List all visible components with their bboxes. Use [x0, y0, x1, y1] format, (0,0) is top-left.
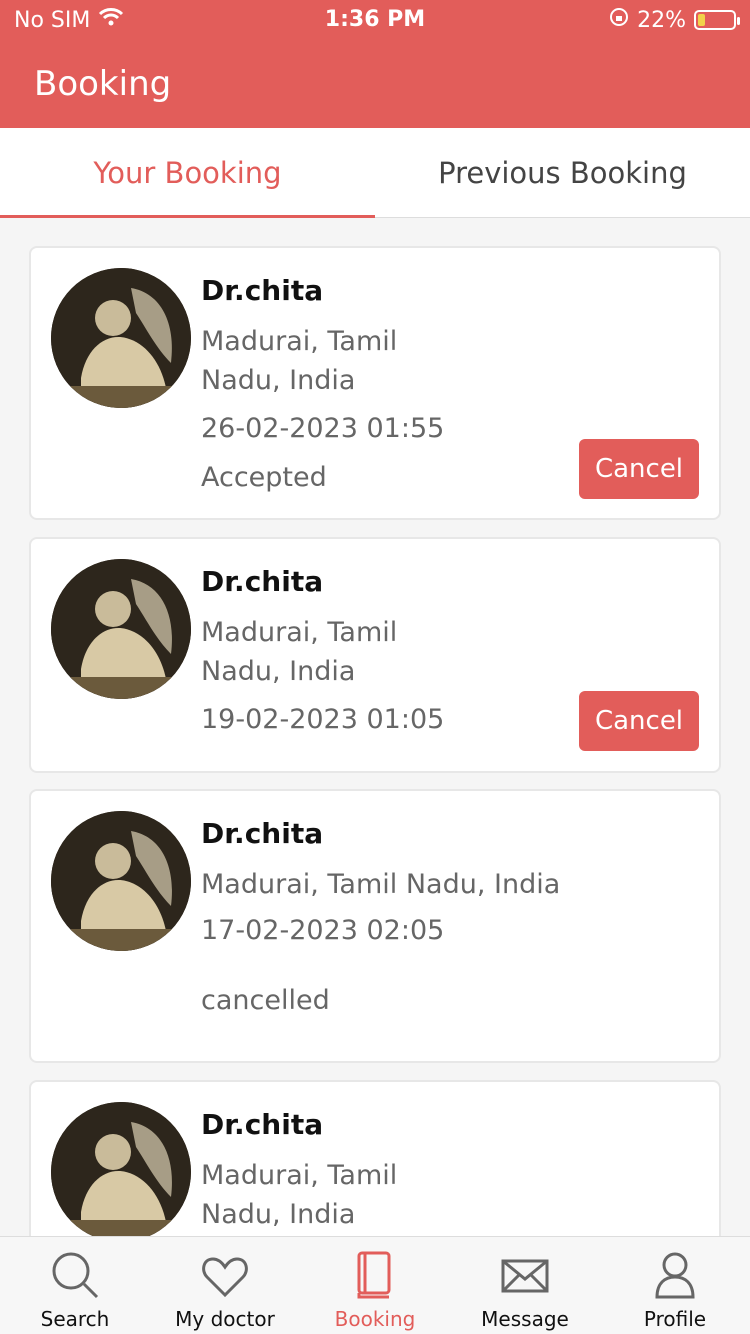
cancel-button[interactable]: Cancel: [579, 439, 699, 499]
user-icon: [655, 1252, 695, 1299]
doctor-address-line2: Nadu, India: [201, 656, 356, 687]
heart-icon: [202, 1257, 248, 1298]
nav-label: Search: [40, 1307, 110, 1331]
booking-datetime: 19-02-2023 01:05: [201, 704, 445, 735]
booking-list[interactable]: Dr.chita Madurai, Tamil Nadu, India 26-0…: [0, 218, 750, 1236]
booking-card[interactable]: Dr.chita Madurai, Tamil Nadu, India 17-0…: [29, 789, 721, 1063]
doctor-avatar: [51, 811, 191, 951]
rotation-lock-icon: [609, 7, 629, 33]
nav-my-doctor[interactable]: My doctor: [150, 1237, 300, 1334]
battery-icon: [694, 10, 740, 30]
app-header: No SIM 1:36 PM 22% Booking: [0, 0, 750, 128]
book-icon: [357, 1251, 391, 1299]
doctor-address-line1: Madurai, Tamil: [201, 1160, 398, 1191]
doctor-address-line1: Madurai, Tamil: [201, 617, 398, 648]
booking-datetime: 17-02-2023 02:05: [201, 915, 445, 946]
doctor-name: Dr.chita: [201, 817, 324, 850]
booking-status: Accepted: [201, 462, 327, 493]
booking-card[interactable]: Dr.chita Madurai, Tamil Nadu, India 19-0…: [29, 537, 721, 773]
bottom-nav: Search My doctor Booking Message Profile: [0, 1236, 750, 1334]
booking-tabs: Your Booking Previous Booking: [0, 128, 750, 218]
booking-status: cancelled: [201, 985, 330, 1016]
doctor-address-line2: Nadu, India: [201, 1199, 356, 1230]
search-icon: [52, 1252, 99, 1299]
doctor-avatar: [51, 559, 191, 699]
tab-previous-booking[interactable]: Previous Booking: [375, 128, 750, 218]
nav-label: Profile: [643, 1307, 707, 1331]
envelope-icon: [501, 1259, 549, 1293]
booking-card[interactable]: Dr.chita Madurai, Tamil Nadu, India: [29, 1080, 721, 1236]
doctor-name: Dr.chita: [201, 565, 324, 598]
doctor-avatar: [51, 1102, 191, 1236]
doctor-address-line1: Madurai, Tamil: [201, 326, 398, 357]
nav-label: Message: [481, 1307, 569, 1331]
nav-message[interactable]: Message: [450, 1237, 600, 1334]
doctor-avatar: [51, 268, 191, 408]
battery-percent: 22%: [637, 7, 686, 33]
doctor-address-line2: Nadu, India: [201, 365, 356, 396]
booking-card[interactable]: Dr.chita Madurai, Tamil Nadu, India 26-0…: [29, 246, 721, 520]
doctor-address: Madurai, Tamil Nadu, India: [201, 869, 561, 900]
cancel-button[interactable]: Cancel: [579, 691, 699, 751]
nav-booking[interactable]: Booking: [300, 1237, 450, 1334]
booking-datetime: 26-02-2023 01:55: [201, 413, 445, 444]
nav-label: Booking: [334, 1307, 416, 1331]
battery-indicator: 22%: [609, 7, 740, 33]
doctor-name: Dr.chita: [201, 274, 324, 307]
nav-label: My doctor: [175, 1307, 275, 1331]
page-title: Booking: [34, 64, 172, 104]
doctor-name: Dr.chita: [201, 1108, 324, 1141]
nav-profile[interactable]: Profile: [600, 1237, 750, 1334]
status-bar: No SIM 1:36 PM 22%: [0, 0, 750, 40]
tab-your-booking[interactable]: Your Booking: [0, 128, 375, 218]
nav-search[interactable]: Search: [0, 1237, 150, 1334]
